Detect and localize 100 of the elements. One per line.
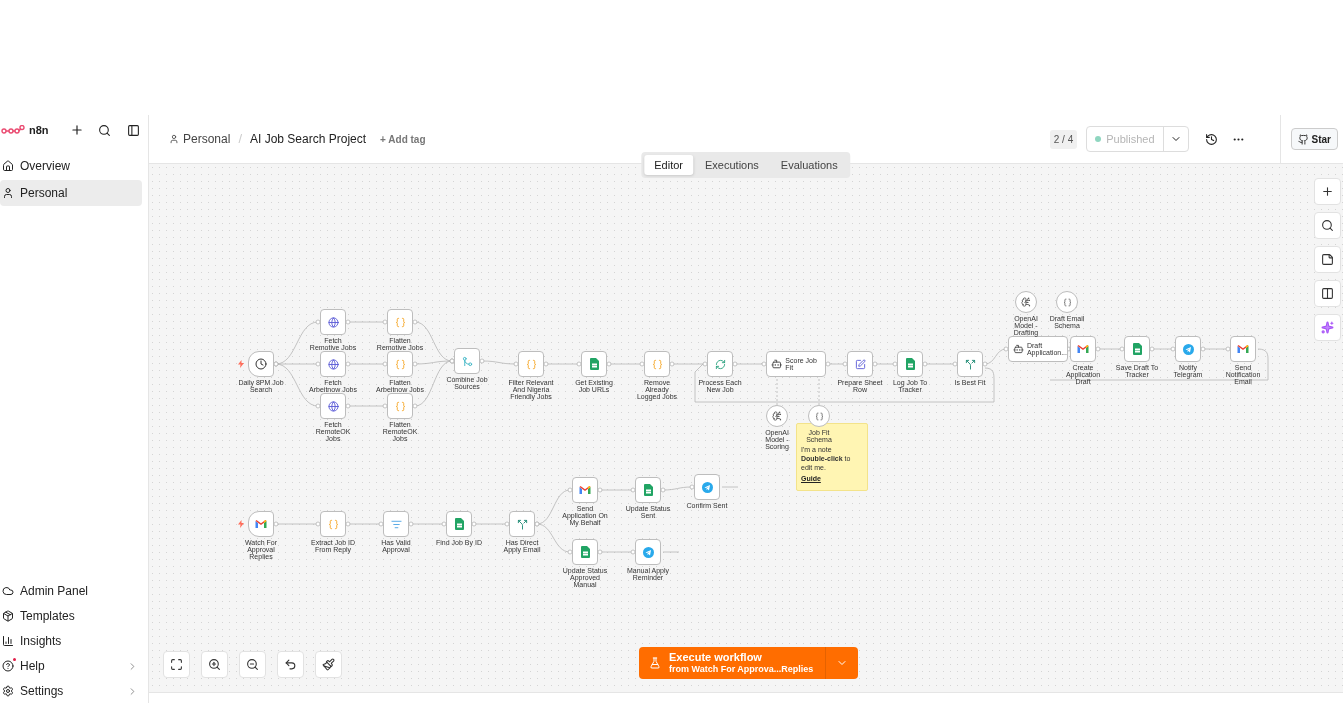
workflow-node[interactable] bbox=[644, 351, 670, 377]
workflow-node[interactable] bbox=[847, 351, 873, 377]
workflow-node[interactable] bbox=[248, 511, 274, 537]
paper-plane-icon bbox=[642, 546, 654, 558]
paper-plane-icon bbox=[701, 481, 713, 493]
workflow-node[interactable] bbox=[320, 351, 346, 377]
workflow-node[interactable] bbox=[1175, 336, 1201, 362]
sidebar-item[interactable]: Personal bbox=[0, 180, 142, 206]
plus-icon bbox=[1321, 185, 1334, 198]
zoom-out-button[interactable] bbox=[239, 651, 266, 678]
sidebar-toggle-icon[interactable] bbox=[127, 123, 140, 137]
github-star-button[interactable]: Star bbox=[1290, 128, 1338, 150]
sticky-note-button[interactable] bbox=[1314, 246, 1341, 273]
braces-icon bbox=[327, 518, 339, 530]
workflow-node[interactable] bbox=[897, 351, 923, 377]
connection-line bbox=[345, 319, 388, 325]
spreadsheet-icon bbox=[454, 518, 464, 530]
workflow-node[interactable] bbox=[1124, 336, 1150, 362]
workflow-node[interactable] bbox=[320, 511, 346, 537]
sidebar-item[interactable]: Insights bbox=[0, 632, 138, 650]
add-node-button[interactable] bbox=[1314, 178, 1341, 205]
brand-name: n8n bbox=[29, 122, 49, 138]
fit-view-button[interactable] bbox=[163, 651, 190, 678]
tidy-up-button[interactable] bbox=[315, 651, 342, 678]
sidebar-item[interactable]: Settings bbox=[0, 682, 138, 700]
sidebar-item[interactable]: Overview bbox=[0, 153, 142, 179]
view-tab[interactable]: Executions bbox=[695, 155, 769, 175]
user-icon bbox=[2, 187, 14, 199]
workflow-node[interactable] bbox=[1230, 336, 1256, 362]
workflow-node[interactable] bbox=[387, 393, 413, 419]
workflow-node[interactable] bbox=[694, 474, 720, 500]
workflow-node[interactable] bbox=[1015, 291, 1037, 313]
execute-sublabel: from Watch For Approva...Replies bbox=[669, 664, 814, 676]
search-icon[interactable] bbox=[98, 123, 111, 137]
view-tab[interactable]: Editor bbox=[644, 155, 694, 175]
panel-button[interactable] bbox=[1314, 280, 1341, 307]
braces-icon bbox=[394, 358, 406, 370]
search-button[interactable] bbox=[1314, 212, 1341, 239]
workflow-node[interactable] bbox=[320, 309, 346, 335]
view-tab[interactable]: Evaluations bbox=[770, 155, 848, 175]
workflow-node[interactable] bbox=[1056, 291, 1078, 313]
workflow-node[interactable] bbox=[446, 511, 472, 537]
flask-icon bbox=[649, 657, 661, 669]
workflow-node[interactable] bbox=[572, 477, 598, 503]
sidebar-item[interactable]: Help bbox=[0, 657, 138, 675]
sidebar-item[interactable]: Admin Panel bbox=[0, 582, 138, 600]
panel-icon bbox=[1321, 287, 1334, 300]
workflow-node[interactable] bbox=[387, 351, 413, 377]
mail-icon bbox=[579, 485, 591, 495]
undo-button[interactable] bbox=[277, 651, 304, 678]
add-icon[interactable] bbox=[70, 123, 84, 137]
spreadsheet-icon bbox=[580, 546, 590, 558]
globe-icon bbox=[327, 400, 339, 412]
history-icon[interactable] bbox=[1204, 132, 1218, 146]
globe-icon bbox=[327, 316, 339, 328]
search-icon bbox=[1321, 219, 1334, 232]
workflow-node[interactable] bbox=[387, 309, 413, 335]
github-icon bbox=[1297, 133, 1309, 145]
undo-icon bbox=[284, 658, 297, 671]
settings-icon bbox=[2, 685, 14, 697]
workflow-node[interactable] bbox=[509, 511, 535, 537]
workflow-node[interactable] bbox=[957, 351, 983, 377]
workflow-node[interactable] bbox=[808, 405, 830, 427]
workflow-node[interactable] bbox=[320, 393, 346, 419]
workflow-node[interactable] bbox=[766, 405, 788, 427]
workflow-node[interactable] bbox=[1070, 336, 1096, 362]
workflow-title[interactable]: AI Job Search Project bbox=[250, 130, 367, 148]
workflow-node[interactable] bbox=[248, 351, 274, 377]
robot-icon bbox=[1013, 343, 1024, 355]
home-icon bbox=[2, 160, 14, 172]
breadcrumb-link[interactable]: Personal bbox=[169, 130, 231, 148]
ai-assistant-button[interactable] bbox=[1314, 314, 1341, 341]
robot-icon bbox=[771, 358, 783, 370]
sidebar-item[interactable]: Templates bbox=[0, 607, 138, 625]
brain-icon bbox=[1021, 297, 1031, 307]
execute-options-button[interactable] bbox=[826, 647, 859, 679]
connection-line bbox=[606, 361, 645, 367]
zoom-in-button[interactable] bbox=[201, 651, 228, 678]
workflow-node[interactable] bbox=[635, 539, 661, 565]
connection-line bbox=[471, 521, 510, 527]
cloud-icon bbox=[2, 585, 14, 597]
brain-icon bbox=[772, 411, 782, 421]
connection-line bbox=[345, 361, 388, 367]
connection-line bbox=[479, 358, 519, 367]
workflow-node[interactable] bbox=[518, 351, 544, 377]
workflow-node[interactable] bbox=[635, 477, 661, 503]
workflow-node[interactable] bbox=[572, 539, 598, 565]
workflow-node[interactable] bbox=[581, 351, 607, 377]
add-tag-button[interactable]: + Add tag bbox=[380, 131, 426, 147]
workflow-node[interactable] bbox=[707, 351, 733, 377]
item-label: Admin Panel bbox=[20, 583, 90, 600]
mail-icon bbox=[255, 519, 267, 529]
logo-icon bbox=[1, 125, 25, 135]
globe-icon bbox=[327, 358, 339, 370]
workflow-node[interactable] bbox=[383, 511, 409, 537]
mail-icon bbox=[1077, 344, 1089, 354]
workflow-node[interactable] bbox=[454, 348, 480, 374]
breadcrumb-separator: / bbox=[238, 130, 242, 149]
note-icon bbox=[1321, 253, 1334, 266]
branch-icon bbox=[516, 518, 528, 530]
